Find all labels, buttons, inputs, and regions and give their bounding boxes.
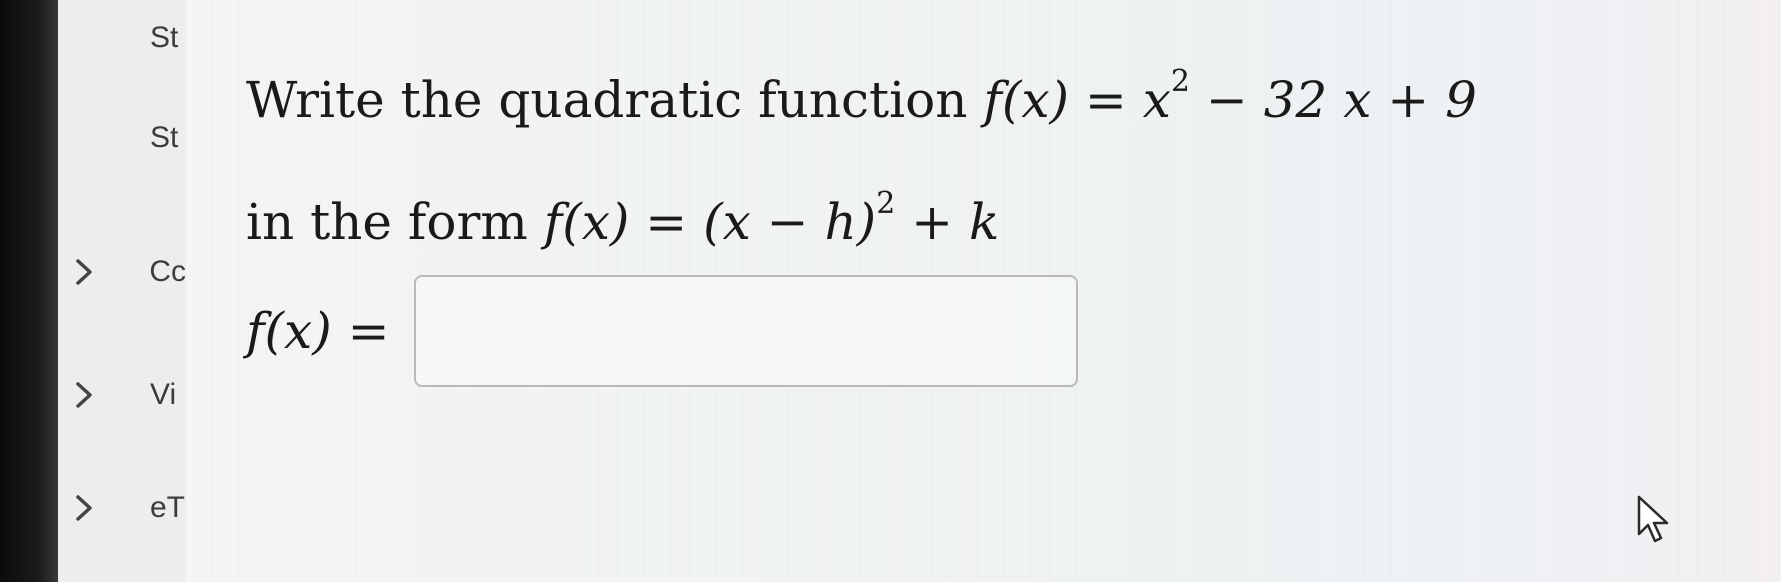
answer-row: f(x) =: [246, 272, 1078, 390]
mouse-pointer-icon: [1637, 495, 1669, 543]
sidebar-item-label: Cc: [149, 255, 186, 288]
sidebar-item-st-1[interactable]: St: [58, 18, 186, 58]
sidebar-item-st-2[interactable]: St: [58, 118, 186, 158]
question-line-1: Write the quadratic function f(x) = x2 −…: [246, 64, 1477, 129]
question-line-2: in the form f(x) = (x − h)2 + k: [246, 186, 1000, 251]
answer-input[interactable]: [413, 275, 1078, 387]
answer-label: f(x) =: [246, 302, 390, 360]
screen: St St Cc Vi eT Write the quadratic funct…: [0, 0, 1781, 582]
monitor-bezel: [0, 0, 58, 582]
sidebar-item-label: St: [150, 21, 179, 54]
sidebar-item-label: eT: [150, 491, 186, 524]
chevron-right-icon[interactable]: [58, 257, 110, 287]
sidebar: St St Cc Vi eT: [58, 0, 187, 582]
sidebar-item-label: Vi: [150, 378, 177, 411]
sidebar-item-cc[interactable]: Cc: [58, 252, 186, 292]
question-panel: Write the quadratic function f(x) = x2 −…: [186, 0, 1781, 582]
sidebar-item-vi[interactable]: Vi: [58, 375, 186, 415]
chevron-right-icon[interactable]: [58, 380, 110, 410]
sidebar-item-et[interactable]: eT: [58, 488, 186, 528]
question-text: Write the quadratic function f(x) = x2 −…: [246, 30, 1477, 274]
chevron-right-icon[interactable]: [58, 493, 110, 523]
sidebar-item-label: St: [150, 121, 179, 154]
